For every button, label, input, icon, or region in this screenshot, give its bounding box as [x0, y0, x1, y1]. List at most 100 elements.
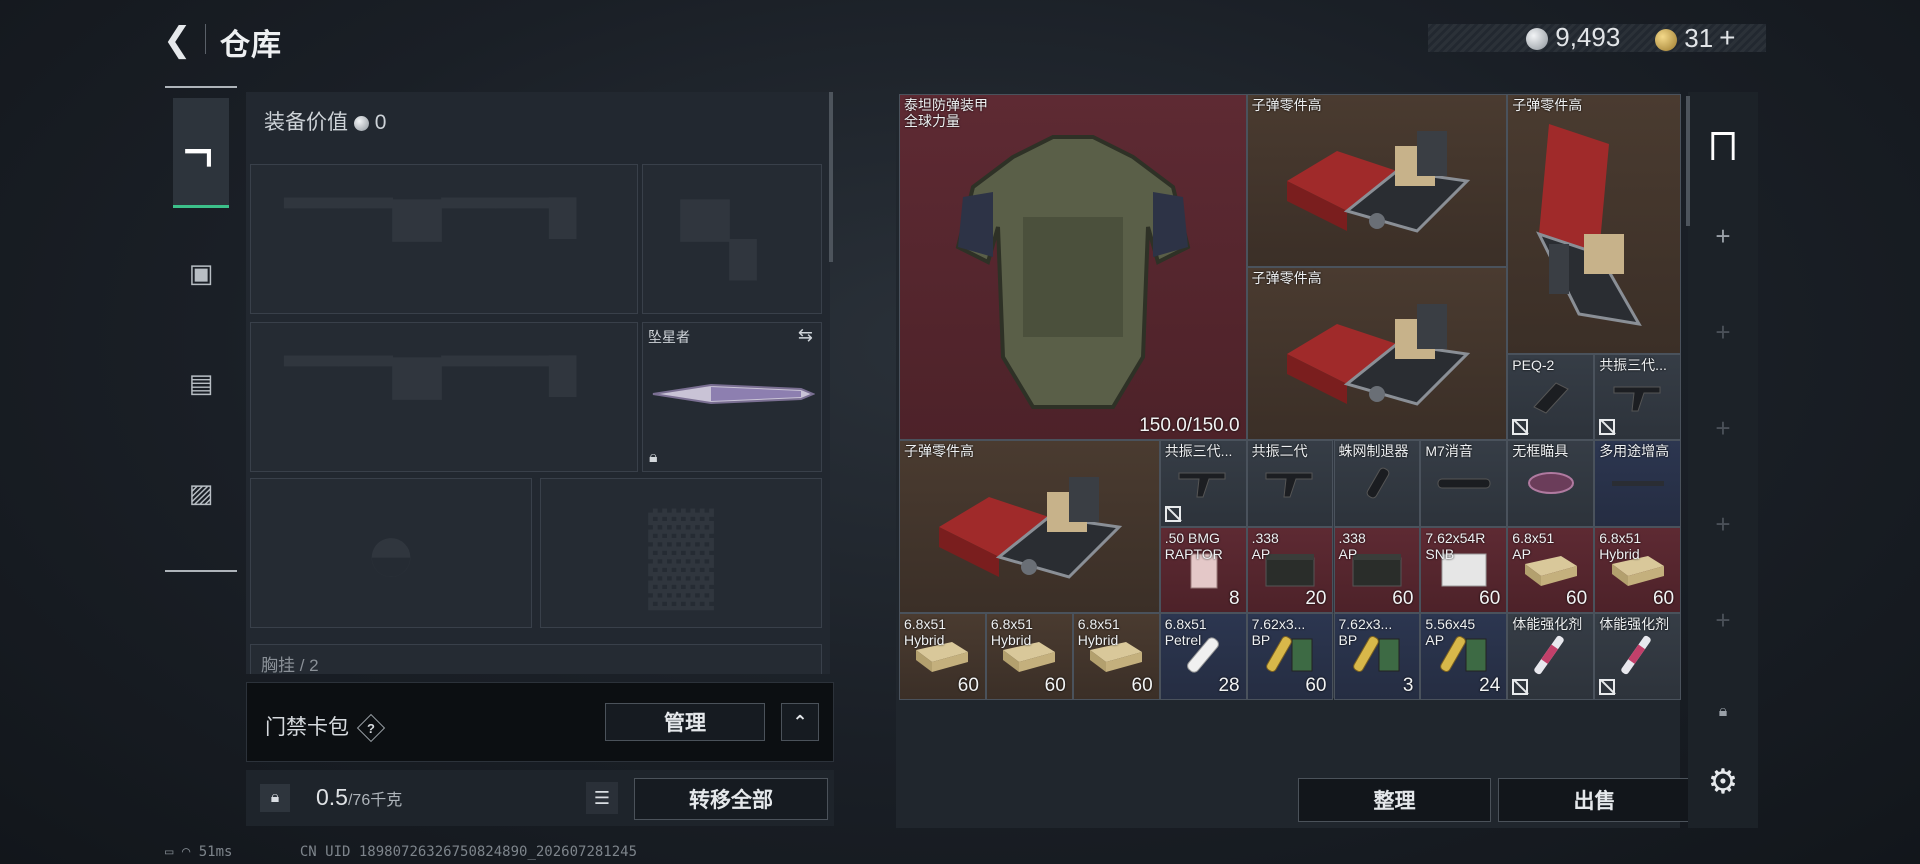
add-currency-icon[interactable]: + [1719, 22, 1735, 53]
plus-icon[interactable]: + [1688, 388, 1758, 468]
inventory-item[interactable]: 蛛网制退器 [1333, 440, 1421, 527]
item-count: 60 [957, 674, 979, 696]
inventory-item[interactable]: 共振二代 [1246, 440, 1334, 527]
equipment-value-number: 0 [374, 111, 387, 134]
grip-icon [1595, 369, 1680, 426]
item-name: .338 AP [1251, 529, 1279, 562]
tab-weapons[interactable]: ━┓ [173, 98, 229, 208]
manage-button[interactable]: 管理 [605, 703, 765, 741]
unusable-icon [1512, 678, 1529, 695]
equipment-category-tabs: ━┓ ▣ ▤ ▨ [165, 86, 237, 572]
silver-amount: 9,493 [1555, 22, 1621, 52]
silver-coin-icon [353, 115, 369, 131]
inventory-item[interactable]: .338 AP 60 [1333, 526, 1421, 613]
tab-backpack[interactable]: ▣ [173, 218, 229, 328]
weight-value: 0.5 [316, 784, 348, 810]
armor-silhouette-icon: ▓ [648, 502, 714, 603]
crate-icon [1248, 109, 1507, 252]
silver-coin-icon [1526, 28, 1548, 51]
gear-icon[interactable]: ⚙ [1688, 742, 1758, 822]
chevron-up-icon[interactable]: ⌃ [781, 703, 819, 741]
sight-icon [1508, 455, 1593, 512]
melee-name: 坠星者 [648, 329, 690, 345]
melee-slot[interactable]: 坠星者 ⇆ 🔒︎ [642, 322, 822, 472]
silver-currency[interactable]: 9,493 [1526, 22, 1620, 53]
item-name: 7.62x3... BP [1338, 616, 1393, 648]
unusable-icon [1599, 678, 1616, 695]
inventory-item[interactable]: 体能强化剂 [1507, 613, 1595, 700]
inventory-item[interactable]: 子弹零件高 [1246, 267, 1508, 440]
weight-bar: 🔒︎ 0.5/76千克 ☰ 转移全部 [246, 770, 834, 826]
inventory-item[interactable]: .338 AP 20 [1246, 526, 1334, 613]
inventory-item[interactable]: 子弹零件高 [1507, 94, 1682, 354]
item-name: 共振二代 [1251, 443, 1308, 459]
plus-icon[interactable]: + [1688, 292, 1758, 372]
inventory-item[interactable]: 共振三代... [1159, 440, 1247, 527]
equipment-panel: 装备价值 0 ▔▔▀▔▔▘ ▀▖ ▔▔▀▔▔▘ 坠星者 ⇆ 🔒︎ ◓ ▓ 胸挂 … [246, 92, 830, 674]
inventory-item[interactable]: 无框瞄具 [1507, 440, 1595, 527]
muzzle-icon [1335, 455, 1420, 512]
carry-weight: 0.5/76千克 [316, 784, 402, 811]
plus-icon[interactable]: + [1688, 580, 1758, 660]
unusable-icon [1599, 419, 1616, 435]
item-name: 无框瞄具 [1512, 443, 1569, 459]
inventory-item[interactable]: M7消音 [1420, 440, 1508, 527]
back-arrow-icon[interactable]: ❮ [163, 22, 199, 58]
inventory-item[interactable]: 体能强化剂 [1594, 613, 1682, 700]
rifle-silhouette-icon: ▔▔▀▔▔▘ [284, 358, 604, 436]
chest-rig-label: 胸挂 / 2 [261, 656, 319, 674]
item-name: .338 AP [1338, 529, 1366, 562]
plus-icon[interactable]: + [1688, 484, 1758, 564]
inventory-scrollbar[interactable] [1686, 96, 1690, 226]
safe-box-icon[interactable]: ⨅ [1688, 106, 1758, 186]
inventory-item[interactable]: 6.8x51 Hybrid 60 [1072, 613, 1160, 700]
helmet-slot[interactable]: ◓ [250, 478, 532, 628]
tab-case[interactable]: ▨ [173, 438, 229, 548]
inventory-item[interactable]: 子弹零件高 [899, 440, 1160, 613]
chest-rig-slot[interactable]: 胸挂 / 2 [250, 644, 822, 674]
inventory-item[interactable]: 共振三代... [1594, 353, 1682, 440]
transfer-all-button[interactable]: 转移全部 [634, 778, 828, 820]
plus-icon[interactable]: + [1688, 196, 1758, 276]
crate-v-icon [1508, 109, 1680, 339]
inventory-item[interactable]: 7.62x3... BP 60 [1246, 613, 1334, 700]
tab-vest[interactable]: ▤ [173, 328, 229, 438]
inventory-item[interactable]: 子弹零件高 [1246, 94, 1508, 267]
inventory-item[interactable]: 6.8x51 AP 60 [1507, 526, 1595, 613]
item-name: 蛛网制退器 [1338, 443, 1409, 459]
inventory-item[interactable]: 6.8x51 Hybrid 60 [899, 613, 986, 700]
gold-currency[interactable]: 31 + [1655, 22, 1736, 54]
secondary-weapon-slot[interactable]: ▔▔▀▔▔▘ [250, 322, 638, 472]
inventory-item[interactable]: 7.62x54R SNB 60 [1420, 526, 1508, 613]
inventory-item[interactable]: 6.8x51 Hybrid 60 [1594, 526, 1682, 613]
swap-icon[interactable]: ⇆ [798, 325, 813, 346]
inventory-item[interactable]: 泰坦防弹装甲 全球力量 150.0/150.0 [899, 94, 1247, 440]
inventory-grid[interactable]: 泰坦防弹装甲 全球力量 150.0/150.0 子弹零件高 子弹零件高 子弹零件高 PEQ… [899, 94, 1682, 700]
sort-button[interactable]: 整理 [1298, 778, 1491, 822]
inventory-item[interactable]: 6.8x51 Hybrid 60 [985, 613, 1073, 700]
pistol-icon: ━┓ [185, 136, 217, 166]
storage-tabs: ⨅ + + + + + 🔒︎ ⚙ [1688, 92, 1758, 828]
item-count: 20 [1305, 588, 1327, 609]
list-icon[interactable]: ☰ [586, 782, 618, 814]
inventory-item[interactable]: 6.8x51 Petrel 28 [1159, 613, 1247, 700]
sell-button[interactable]: 出售 [1498, 778, 1691, 822]
lock-icon[interactable]: 🔒︎ [1688, 672, 1758, 752]
gold-amount: 31 [1684, 23, 1714, 53]
armor-slot[interactable]: ▓ [540, 478, 822, 628]
inventory-item[interactable]: .50 BMG RAPTOR 8 [1159, 526, 1247, 613]
inventory-item[interactable]: 7.62x3... BP 3 [1333, 613, 1421, 700]
unusable-icon [1512, 419, 1529, 435]
inventory-item[interactable]: 多用途增高 [1594, 440, 1682, 527]
item-count: 60 [1305, 674, 1327, 696]
help-icon[interactable]: ? [356, 714, 386, 743]
item-count: 60 [1131, 674, 1153, 696]
pistol-slot[interactable]: ▀▖ [642, 164, 822, 314]
inventory-item[interactable]: PEQ-2 [1507, 353, 1595, 440]
item-count: 28 [1218, 674, 1240, 696]
inventory-item[interactable]: 5.56x45 AP 24 [1420, 613, 1508, 700]
primary-weapon-slot[interactable]: ▔▔▀▔▔▘ [250, 164, 638, 314]
rifle-silhouette-icon: ▔▔▀▔▔▘ [284, 200, 604, 278]
item-name: 6.8x51 Hybrid [1599, 529, 1642, 562]
equipment-scrollbar[interactable] [829, 92, 833, 262]
